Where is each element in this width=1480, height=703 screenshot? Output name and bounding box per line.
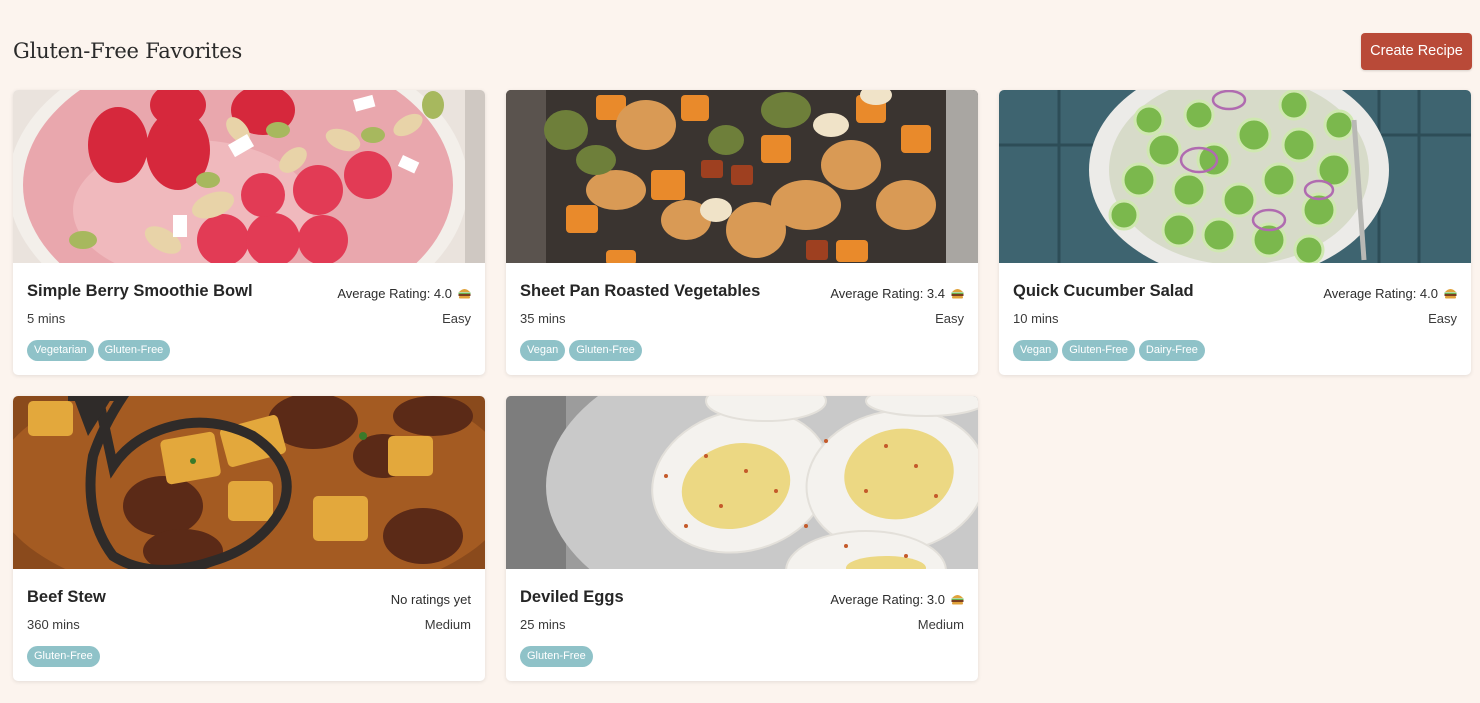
recipe-card-body: Quick Cucumber Salad Average Rating: 4.0… <box>999 263 1471 361</box>
tag-list: Vegan Gluten-Free <box>520 340 964 361</box>
recipe-grid: Simple Berry Smoothie Bowl Average Ratin… <box>13 90 1473 681</box>
recipe-difficulty: Easy <box>935 311 964 326</box>
rating-text: No ratings yet <box>390 591 471 607</box>
recipe-time: 5 mins <box>27 311 66 326</box>
recipe-time: 25 mins <box>520 617 566 632</box>
tag-gluten-free[interactable]: Gluten-Free <box>569 340 642 361</box>
burger-icon <box>951 289 964 299</box>
recipe-card[interactable]: Deviled Eggs Average Rating: 3.0 25 mins… <box>506 396 978 681</box>
recipe-difficulty: Easy <box>1428 311 1457 326</box>
burger-icon <box>458 289 471 299</box>
burger-icon <box>951 595 964 605</box>
tag-dairy-free[interactable]: Dairy-Free <box>1138 340 1205 361</box>
recipe-title[interactable]: Beef Stew <box>27 588 106 607</box>
recipe-rating: Average Rating: 4.0 <box>1323 282 1457 301</box>
rating-text: Average Rating: 3.0 <box>830 591 945 607</box>
recipe-image-roasted-vegetables[interactable] <box>506 90 978 263</box>
tag-vegetarian[interactable]: Vegetarian <box>27 340 94 361</box>
tag-gluten-free[interactable]: Gluten-Free <box>1062 340 1135 361</box>
recipe-title[interactable]: Simple Berry Smoothie Bowl <box>27 282 253 301</box>
recipe-title[interactable]: Sheet Pan Roasted Vegetables <box>520 282 760 301</box>
recipe-image-berry-smoothie-bowl[interactable] <box>13 90 485 263</box>
burger-icon <box>1444 289 1457 299</box>
rating-text: Average Rating: 3.4 <box>830 285 945 301</box>
recipe-difficulty: Medium <box>917 617 964 632</box>
recipe-title[interactable]: Deviled Eggs <box>520 588 624 607</box>
recipe-card[interactable]: Beef Stew No ratings yet 360 mins Medium… <box>13 396 485 681</box>
recipe-time: 10 mins <box>1013 311 1059 326</box>
recipe-card-body: Deviled Eggs Average Rating: 3.0 25 mins… <box>506 569 978 667</box>
tag-gluten-free[interactable]: Gluten-Free <box>520 646 593 667</box>
tag-list: Vegan Gluten-Free Dairy-Free <box>1013 340 1457 361</box>
recipe-card[interactable]: Simple Berry Smoothie Bowl Average Ratin… <box>13 90 485 375</box>
rating-text: Average Rating: 4.0 <box>1323 285 1438 301</box>
recipe-card-body: Simple Berry Smoothie Bowl Average Ratin… <box>13 263 485 361</box>
rating-text: Average Rating: 4.0 <box>337 285 452 301</box>
tag-gluten-free[interactable]: Gluten-Free <box>97 340 171 361</box>
recipe-title[interactable]: Quick Cucumber Salad <box>1013 282 1194 301</box>
page-title: Gluten-Free Favorites <box>13 39 243 63</box>
recipe-time: 35 mins <box>520 311 566 326</box>
page-header: Gluten-Free Favorites Create Recipe <box>13 32 1472 70</box>
recipe-rating: Average Rating: 3.0 <box>830 588 964 607</box>
recipe-difficulty: Medium <box>424 617 471 632</box>
tag-vegan[interactable]: Vegan <box>520 340 566 361</box>
recipe-card-body: Beef Stew No ratings yet 360 mins Medium… <box>13 569 485 667</box>
recipe-rating: No ratings yet <box>391 588 471 607</box>
create-recipe-button[interactable]: Create Recipe <box>1361 32 1472 70</box>
recipe-rating: Average Rating: 3.4 <box>830 282 964 301</box>
recipe-rating: Average Rating: 4.0 <box>337 282 471 301</box>
recipe-card-body: Sheet Pan Roasted Vegetables Average Rat… <box>506 263 978 361</box>
tag-list: Gluten-Free <box>520 646 964 667</box>
recipe-image-deviled-eggs[interactable] <box>506 396 978 569</box>
recipe-image-cucumber-salad[interactable] <box>999 90 1471 263</box>
recipe-card[interactable]: Quick Cucumber Salad Average Rating: 4.0… <box>999 90 1471 375</box>
tag-gluten-free[interactable]: Gluten-Free <box>27 646 100 667</box>
recipe-time: 360 mins <box>27 617 80 632</box>
tag-vegan[interactable]: Vegan <box>1013 340 1059 361</box>
recipe-card[interactable]: Sheet Pan Roasted Vegetables Average Rat… <box>506 90 978 375</box>
recipe-image-beef-stew[interactable] <box>13 396 485 569</box>
recipe-difficulty: Easy <box>442 311 471 326</box>
tag-list: Vegetarian Gluten-Free <box>27 340 471 361</box>
tag-list: Gluten-Free <box>27 646 471 667</box>
